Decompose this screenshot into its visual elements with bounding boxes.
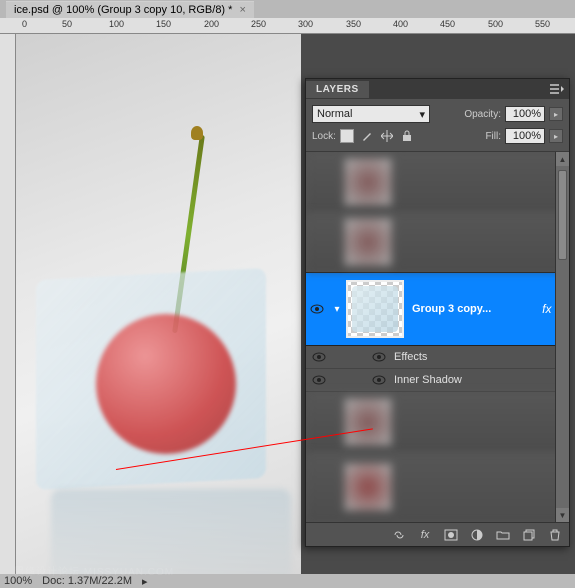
ruler-tick: 400 [393,19,408,29]
ruler-tick: 550 [535,19,550,29]
ruler-tick: 100 [109,19,124,29]
ruler-tick: 350 [346,19,361,29]
ruler-tick: 450 [440,19,455,29]
scrollbar-vertical[interactable]: ▲ ▼ [555,152,569,522]
lock-all-button[interactable] [400,129,414,143]
ruler-tick: 150 [156,19,171,29]
scroll-down-icon[interactable]: ▼ [556,508,569,522]
lock-label: Lock: [312,131,336,142]
document-tab[interactable]: ice.psd @ 100% (Group 3 copy 10, RGB/8) … [6,1,254,18]
layer-row-blurred[interactable] [306,212,569,272]
blend-mode-value: Normal [317,108,352,120]
delete-layer-button[interactable] [547,527,563,543]
cherry-stem-tip [191,126,203,140]
layer-row-blurred[interactable] [306,152,569,212]
ruler-tick: 50 [62,19,72,29]
close-icon[interactable]: × [240,4,246,16]
ruler-tick: 500 [488,19,503,29]
fx-badge[interactable]: fx [542,302,551,316]
ruler-tick: 0 [22,19,27,29]
layer-name[interactable]: Group 3 copy... [412,303,542,315]
inner-shadow-label: Inner Shadow [394,374,462,386]
opacity-label: Opacity: [464,109,501,120]
watermark: 思缘设计论坛 MISSYUAN.COM [14,563,174,578]
lock-position-button[interactable] [380,129,394,143]
canvas[interactable] [16,34,301,574]
lock-buttons [340,129,414,143]
ruler-horizontal: 0 50 100 150 200 250 300 350 400 450 500… [0,18,575,34]
panel-footer: fx [306,522,569,546]
layer-row-blurred[interactable] [306,452,569,522]
layer-thumbnail[interactable] [346,280,404,338]
document-title: ice.psd @ 100% (Group 3 copy 10, RGB/8) … [14,4,232,16]
panel-menu-button[interactable] [545,80,569,98]
menu-icon [550,84,564,94]
group-button[interactable] [495,527,511,543]
new-layer-button[interactable] [521,527,537,543]
link-layers-button[interactable] [391,527,407,543]
fill-flyout-button[interactable]: ▸ [549,129,563,143]
reflection [51,489,291,574]
scroll-thumb[interactable] [558,170,567,260]
ruler-tick: 250 [251,19,266,29]
layers-tab[interactable]: LAYERS [306,81,369,98]
effect-inner-shadow-row[interactable]: Inner Shadow [306,369,569,392]
opacity-flyout-button[interactable]: ▸ [549,107,563,121]
effects-row[interactable]: Effects [306,346,569,369]
panel-options: Normal ▾ Opacity: 100% ▸ Lock: Fill: 100… [306,99,569,152]
opacity-input[interactable]: 100% [505,106,545,122]
ruler-vertical [0,34,16,574]
visibility-eye-icon[interactable] [372,375,386,385]
scroll-up-icon[interactable]: ▲ [556,152,569,166]
chevron-down-icon: ▾ [419,108,425,121]
expand-toggle[interactable]: ▾ [328,304,346,315]
ruler-tick: 300 [298,19,313,29]
visibility-eye-icon[interactable] [312,375,326,385]
effects-label: Effects [394,351,427,363]
ruler-tick: 200 [204,19,219,29]
visibility-eye-icon[interactable] [312,352,326,362]
fill-label: Fill: [485,131,501,142]
layers-panel: LAYERS Normal ▾ Opacity: 100% ▸ Lock: Fi… [305,78,570,547]
layers-list: ▾ Group 3 copy... fx ▴ Effects Inner Sha… [306,152,569,522]
layer-row-selected[interactable]: ▾ Group 3 copy... fx ▴ [306,272,569,346]
document-title-bar: ice.psd @ 100% (Group 3 copy 10, RGB/8) … [0,0,575,18]
lock-pixels-button[interactable] [360,129,374,143]
panel-header: LAYERS [306,79,569,99]
layer-row-blurred[interactable] [306,392,569,452]
layer-style-button[interactable]: fx [417,527,433,543]
blend-mode-select[interactable]: Normal ▾ [312,105,430,123]
lock-transparency-button[interactable] [340,129,354,143]
layer-mask-button[interactable] [443,527,459,543]
artwork [36,224,266,474]
visibility-eye-icon[interactable] [372,352,386,362]
fill-input[interactable]: 100% [505,128,545,144]
visibility-eye-icon[interactable] [310,304,324,314]
cherry [96,314,236,454]
adjustment-layer-button[interactable] [469,527,485,543]
